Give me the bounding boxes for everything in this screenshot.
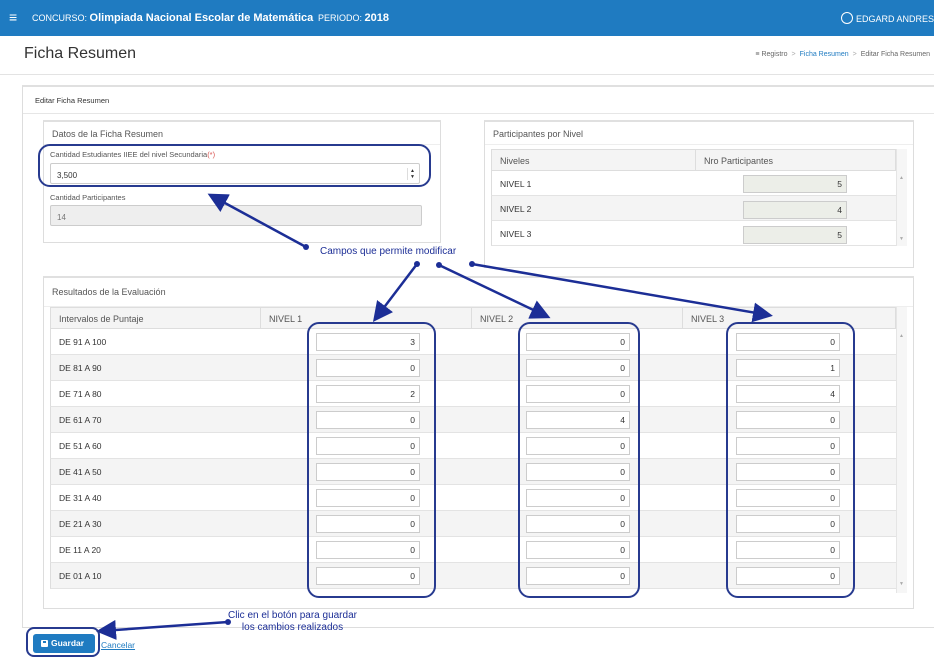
annotation-guardar: Clic en el botón para guardar los cambio… [228,610,357,634]
arrow-to-nivel3 [471,262,773,323]
annotation-arrows [96,193,773,640]
cancel-link[interactable]: Cancelar [101,640,135,650]
arrow-to-estudiantes [207,193,307,249]
annotation-guardar-line2: los cambios realizados [241,622,344,633]
save-button[interactable]: Guardar [33,634,95,653]
arrow-to-nivel1 [372,263,418,322]
annotation-campos: Campos que permite modificar [320,246,457,257]
annotation-guardar-line1: Clic en el botón para guardar [228,610,357,621]
arrow-to-nivel2 [438,263,551,319]
arrow-to-save [96,619,229,640]
floppy-disk-icon [41,640,48,647]
